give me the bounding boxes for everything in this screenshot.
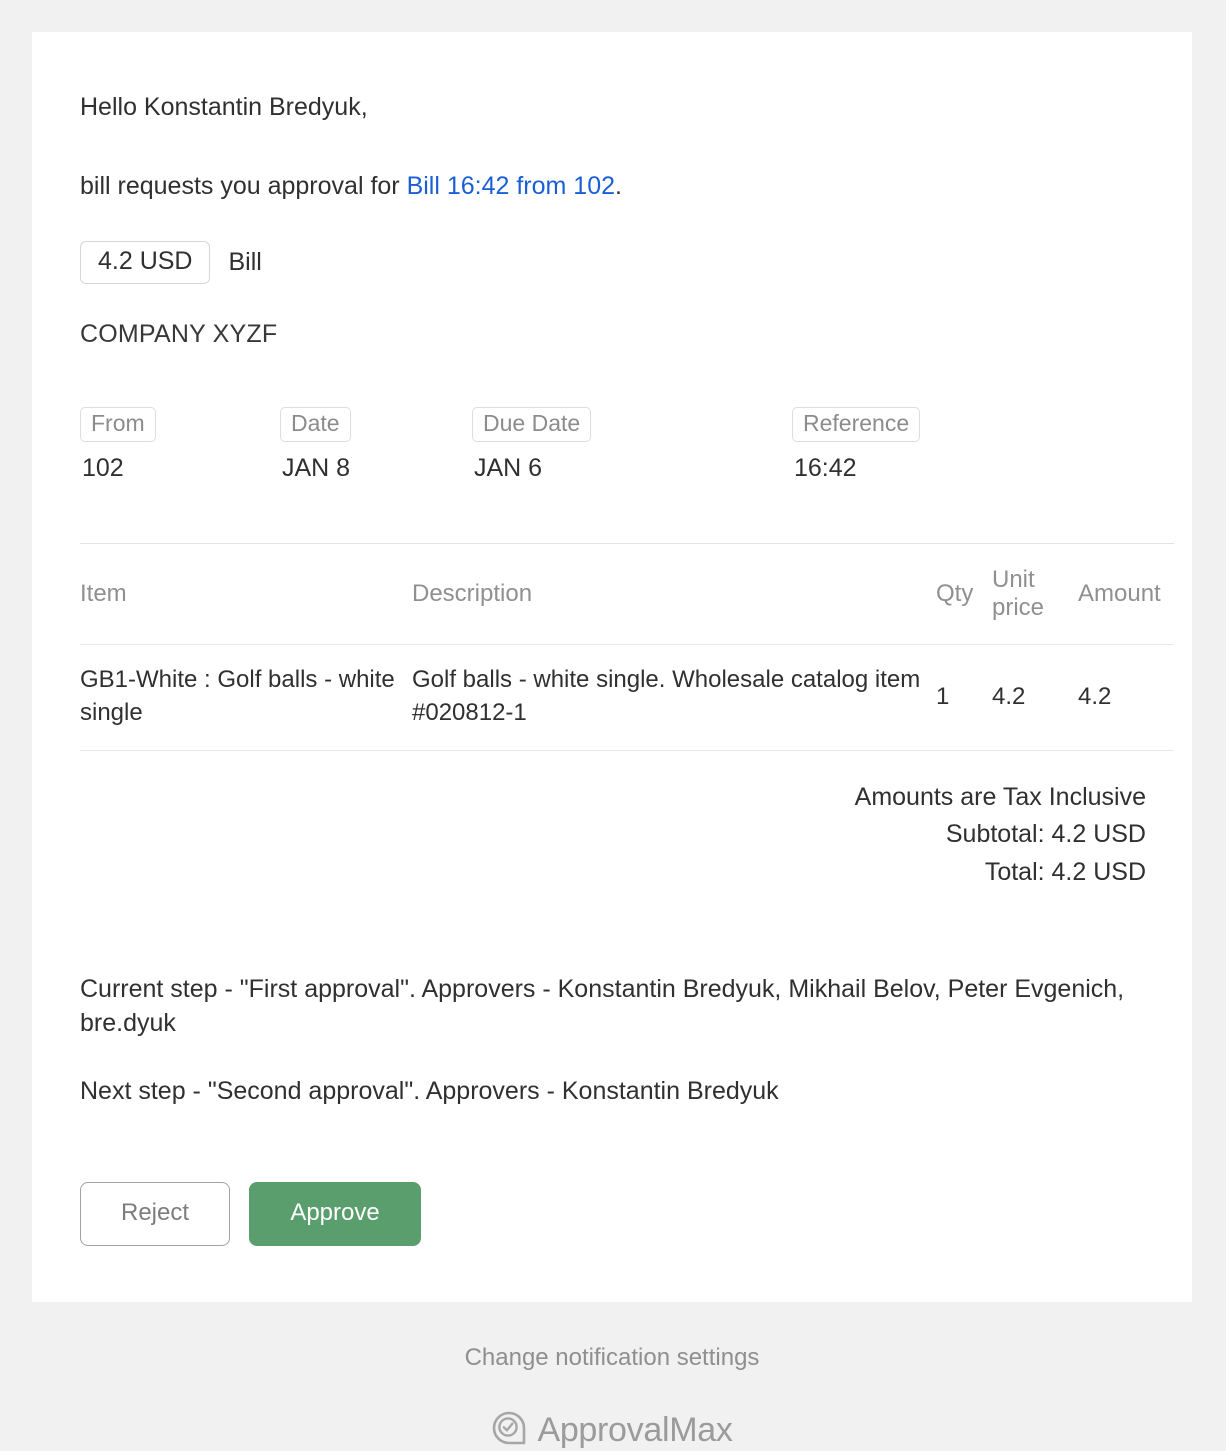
tax-note: Amounts are Tax Inclusive	[80, 779, 1146, 817]
totals-block: Amounts are Tax Inclusive Subtotal: 4.2 …	[80, 779, 1146, 892]
subtotal-line: Subtotal: 4.2 USD	[80, 816, 1146, 854]
cell-amount: 4.2	[1078, 645, 1174, 750]
meta-value-from: 102	[80, 454, 280, 483]
meta-label-reference: Reference	[792, 407, 920, 442]
amount-row: 4.2 USD Bill	[80, 241, 1146, 285]
column-header-amount: Amount	[1078, 544, 1174, 645]
email-footer: Change notification settings ApprovalMax	[32, 1302, 1192, 1451]
total-line: Total: 4.2 USD	[80, 854, 1146, 892]
column-header-item: Item	[80, 544, 412, 645]
brand-lockup: ApprovalMax	[32, 1410, 1192, 1451]
brand-name: ApprovalMax	[537, 1411, 732, 1450]
column-header-unit-price: Unit price	[992, 544, 1078, 645]
greeting-text: Hello Konstantin Bredyuk,	[80, 92, 1146, 123]
current-step-text: Current step - "First approval". Approve…	[80, 973, 1146, 1041]
cell-description: Golf balls - white single. Wholesale cat…	[412, 645, 936, 750]
meta-label-from: From	[80, 407, 156, 442]
line-items-body: GB1-White : Golf balls - white single Go…	[80, 645, 1174, 750]
table-row: GB1-White : Golf balls - white single Go…	[80, 645, 1174, 750]
meta-label-due-date: Due Date	[472, 407, 591, 442]
document-type-label: Bill	[228, 248, 261, 277]
meta-field-from: From 102	[80, 407, 280, 483]
cell-qty: 1	[936, 645, 992, 750]
next-step-text: Next step - "Second approval". Approvers…	[80, 1075, 1146, 1109]
meta-field-date: Date JAN 8	[280, 407, 472, 483]
cell-unit-price: 4.2	[992, 645, 1078, 750]
intro-prefix: bill requests you approval for	[80, 172, 407, 200]
meta-field-reference: Reference 16:42	[792, 407, 1052, 483]
intro-text: bill requests you approval for Bill 16:4…	[80, 171, 1146, 202]
cell-item: GB1-White : Golf balls - white single	[80, 645, 412, 750]
approvalmax-check-bubble-icon	[491, 1410, 527, 1451]
change-notification-settings-link[interactable]: Change notification settings	[465, 1344, 760, 1371]
table-header-row: Item Description Qty Unit price Amount	[80, 544, 1174, 645]
meta-label-date: Date	[280, 407, 351, 442]
email-card: Hello Konstantin Bredyuk, bill requests …	[32, 32, 1192, 1302]
meta-value-due-date: JAN 6	[472, 454, 792, 483]
meta-value-reference: 16:42	[792, 454, 1052, 483]
approval-steps: Current step - "First approval". Approve…	[80, 973, 1146, 1108]
intro-suffix: .	[615, 172, 622, 200]
reject-button[interactable]: Reject	[80, 1182, 230, 1246]
meta-fields: From 102 Date JAN 8 Due Date JAN 6 Refer…	[80, 407, 1146, 483]
meta-value-date: JAN 8	[280, 454, 472, 483]
document-link[interactable]: Bill 16:42 from 102	[407, 172, 615, 200]
line-items-table: Item Description Qty Unit price Amount G…	[80, 543, 1174, 750]
meta-field-due-date: Due Date JAN 6	[472, 407, 792, 483]
action-buttons: Reject Approve	[80, 1182, 1146, 1246]
amount-badge: 4.2 USD	[80, 241, 210, 285]
column-header-qty: Qty	[936, 544, 992, 645]
line-items-header: Item Description Qty Unit price Amount	[80, 544, 1174, 645]
approve-button[interactable]: Approve	[249, 1182, 421, 1246]
company-name: COMPANY XYZF	[80, 320, 1146, 349]
email-page: Hello Konstantin Bredyuk, bill requests …	[0, 0, 1226, 1322]
column-header-description: Description	[412, 544, 936, 645]
